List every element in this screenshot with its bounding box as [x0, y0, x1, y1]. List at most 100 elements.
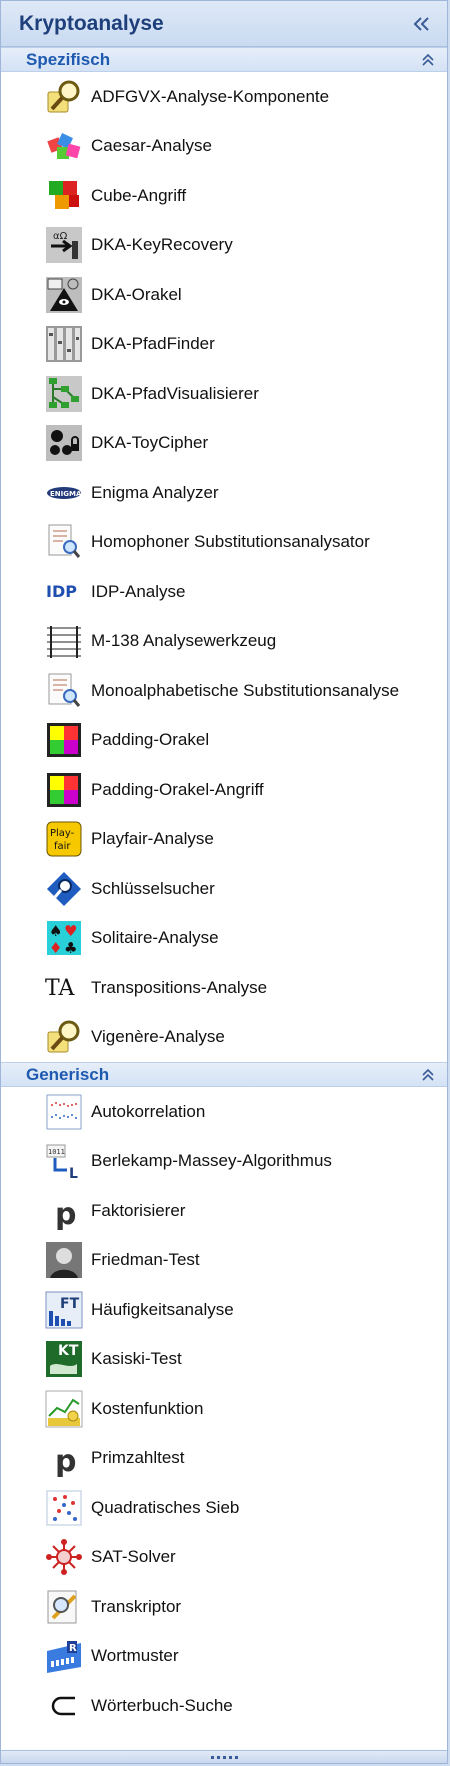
panel-titlebar: Kryptoanalyse [1, 1, 447, 47]
list-item[interactable]: DKA-Orakel [1, 270, 447, 320]
list-item-label: Kostenfunktion [91, 1398, 204, 1418]
list-item[interactable]: KT Kasiski-Test [1, 1335, 447, 1385]
resize-grip[interactable] [1, 1750, 447, 1763]
list-item[interactable]: IDP IDP-Analyse [1, 567, 447, 617]
group-items-0: ADFGVX-Analyse-Komponente Caesar-Analyse C… [1, 72, 447, 1062]
svg-text:TA: TA [45, 976, 75, 1001]
svg-text:♠: ♠ [49, 922, 62, 940]
group-header-0[interactable]: Spezifisch [1, 47, 447, 72]
list-item[interactable]: Cube-Angriff [1, 171, 447, 221]
double-chevron-left-icon [413, 16, 429, 31]
list-item-label: Autokorrelation [91, 1101, 206, 1121]
list-item-label: Cube-Angriff [91, 185, 187, 205]
path-graph-icon [46, 375, 82, 412]
color-square-icon [47, 772, 81, 807]
cubes-icon [49, 180, 79, 209]
list-item[interactable]: Kostenfunktion [1, 1384, 447, 1434]
list-item[interactable]: ADFGVX-Analyse-Komponente [1, 72, 447, 122]
sieve-dots-icon [46, 1490, 82, 1526]
subset-symbol-icon [51, 1696, 75, 1715]
list-item[interactable]: p Faktorisierer [1, 1186, 447, 1236]
key-recovery-icon: αΩ [46, 227, 82, 264]
grip-dot-icon [228, 1755, 232, 1759]
list-item[interactable]: Play-fair Playfair-Analyse [1, 815, 447, 865]
list-item[interactable]: Monoalphabetische Substitutionsanalyse [1, 666, 447, 716]
list-item[interactable]: Vigenère-Analyse [1, 1013, 447, 1063]
list-item[interactable]: Autokorrelation [1, 1087, 447, 1137]
list-item[interactable]: Homophoner Substitutionsanalysator [1, 518, 447, 568]
list-item[interactable]: Transkriptor [1, 1582, 447, 1632]
ft-bar-chart-icon: FT [45, 1291, 83, 1329]
color-square-icon [47, 723, 81, 758]
svg-text:IDP: IDP [46, 582, 77, 601]
list-item-label: Playfair-Analyse [91, 829, 214, 849]
kt-hand-icon: KT [46, 1341, 82, 1378]
list-item[interactable]: Padding-Orakel-Angriff [1, 765, 447, 815]
list-item[interactable]: ENIGMA Enigma Analyzer [1, 468, 447, 518]
svg-text:♣: ♣ [64, 939, 77, 957]
group-header-1[interactable]: Generisch [1, 1062, 447, 1087]
list-item-label: Quadratisches Sieb [91, 1497, 240, 1517]
list-item[interactable]: FT Häufigkeitsanalyse [1, 1285, 447, 1335]
list-item-label: DKA-PfadFinder [91, 334, 215, 354]
svg-text:Play-: Play- [50, 828, 75, 839]
list-item[interactable]: αΩ DKA-KeyRecovery [1, 221, 447, 271]
list-item[interactable]: TA Transpositions-Analyse [1, 963, 447, 1013]
double-chevron-up-icon[interactable] [421, 53, 435, 67]
magnifier-paper-icon [47, 1020, 80, 1053]
list-item-label: Berlekamp-Massey-Algorithmus [91, 1151, 332, 1171]
magnifier-paper-icon [47, 80, 80, 113]
document-magnifier-icon [48, 524, 81, 559]
list-item-label: Monoalphabetische Substitutionsanalyse [91, 680, 400, 700]
word-pattern-icon: R [47, 1641, 81, 1674]
grip-dot-icon [234, 1755, 238, 1759]
list-item[interactable]: Quadratisches Sieb [1, 1483, 447, 1533]
pencil-magnifier-icon [47, 1590, 77, 1624]
list-item[interactable]: Padding-Orakel [1, 716, 447, 766]
list-item-label: DKA-Orakel [91, 284, 182, 304]
list-item-label: Homophoner Substitutionsanalysator [91, 532, 370, 552]
list-item[interactable]: DKA-PfadVisualisierer [1, 369, 447, 419]
list-item-label: DKA-ToyCipher [91, 433, 209, 453]
list-item-label: Wörterbuch-Suche [91, 1695, 233, 1715]
chart-dots-icon [46, 1094, 82, 1130]
list-item[interactable]: Schlüsselsucher [1, 864, 447, 914]
list-item-label: DKA-KeyRecovery [91, 235, 233, 255]
colored-blocks-icon [47, 133, 81, 160]
grip-dot-icon [216, 1755, 220, 1759]
list-item[interactable]: Caesar-Analyse [1, 122, 447, 172]
list-item[interactable]: Wörterbuch-Suche [1, 1681, 447, 1731]
double-chevron-up-icon[interactable] [421, 1068, 435, 1082]
list-item-label: Vigenère-Analyse [91, 1027, 225, 1047]
svg-text:p: p [55, 1197, 76, 1230]
list-item-label: ADFGVX-Analyse-Komponente [91, 86, 330, 106]
list-item-label: DKA-PfadVisualisierer [91, 383, 259, 403]
svg-text:1011: 1011 [48, 1148, 65, 1156]
collapse-panel-button[interactable] [409, 11, 435, 37]
list-item-label: SAT-Solver [91, 1547, 176, 1567]
key-search-diamond-icon [47, 871, 81, 906]
grip-dot-icon [222, 1755, 226, 1759]
list-item[interactable]: ♠ ♥ ♦ ♣ Solitaire-Analyse [1, 914, 447, 964]
svg-text:ENIGMA: ENIGMA [50, 490, 82, 498]
list-item-label: Friedman-Test [91, 1250, 200, 1270]
playing-cards-icon: ♠ ♥♦ ♣ [47, 921, 81, 957]
idp-text-icon: IDP [46, 582, 77, 601]
svg-text:♥: ♥ [64, 922, 77, 940]
list-item[interactable]: SAT-Solver [1, 1533, 447, 1583]
list-item[interactable]: DKA-PfadFinder [1, 320, 447, 370]
cost-chart-icon [45, 1390, 83, 1428]
list-item[interactable]: R Wortmuster [1, 1632, 447, 1682]
cryptanalysis-panel: Kryptoanalyse Spezifisch ADFGVX-Analyse-K… [0, 0, 448, 1764]
list-item-label: M-138 Analysewerkzeug [91, 631, 277, 651]
list-item[interactable]: Friedman-Test [1, 1236, 447, 1286]
list-item-label: Primzahltest [91, 1448, 185, 1468]
list-item-label: Kasiski-Test [91, 1349, 182, 1369]
list-item[interactable]: DKA-ToyCipher [1, 419, 447, 469]
p-letter-icon: p [55, 1444, 76, 1477]
binary-arrow-icon: 1011 L [46, 1144, 78, 1180]
list-item[interactable]: p Primzahltest [1, 1434, 447, 1484]
svg-text:L: L [69, 1166, 78, 1180]
list-item[interactable]: 1011 L Berlekamp-Massey-Algorithmus [1, 1137, 447, 1187]
list-item[interactable]: M-138 Analysewerkzeug [1, 617, 447, 667]
